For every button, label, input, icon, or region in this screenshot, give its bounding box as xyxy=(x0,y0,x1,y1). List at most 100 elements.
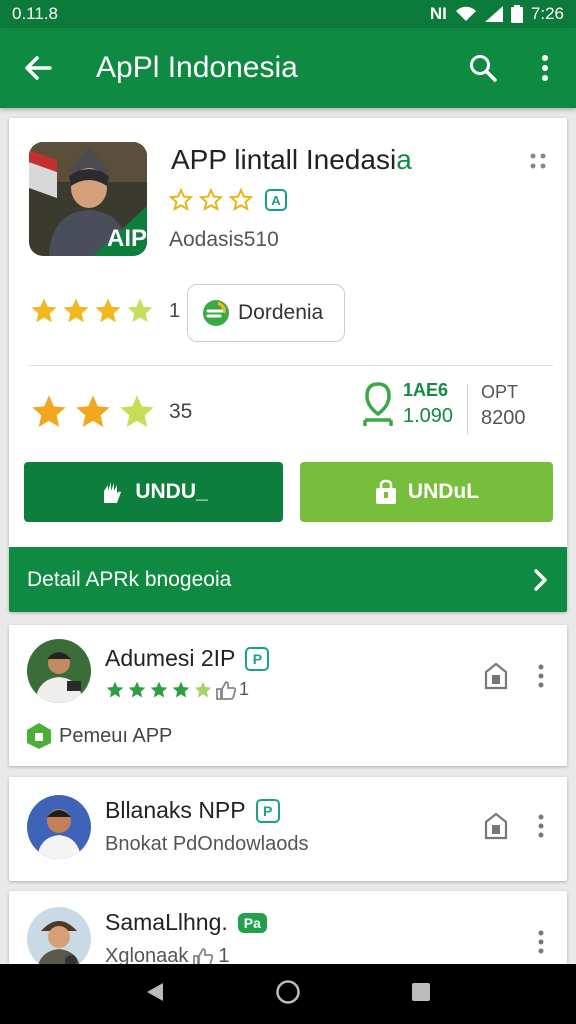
rating-count-a: 1 xyxy=(169,299,181,322)
list-item-rating-count: 1 xyxy=(239,679,250,699)
list-item-title: SamaLlhng. Pa xyxy=(105,909,267,936)
app-bar: ApPl Indonesia xyxy=(0,28,576,108)
hand-icon xyxy=(104,482,122,503)
star-icon xyxy=(199,188,223,212)
chevron-right-icon xyxy=(534,568,547,591)
detail-label: Detail APRk bnogeoia xyxy=(27,567,232,591)
rating-count-b: 35 xyxy=(169,400,193,423)
more-vert-icon xyxy=(542,55,548,81)
divider xyxy=(29,365,553,366)
tag-badge-icon: Pa xyxy=(237,912,267,933)
star-icon xyxy=(120,395,154,427)
promo-shield-icon xyxy=(27,723,51,749)
bookmark-icon xyxy=(484,812,508,840)
category-label: Dordenia xyxy=(238,301,324,324)
open-button[interactable]: UNDuL xyxy=(300,462,553,522)
stat2-value: 8200 xyxy=(481,407,526,429)
star-icon xyxy=(150,681,168,697)
nav-home-button[interactable] xyxy=(275,979,301,1010)
system-nav-bar xyxy=(0,964,576,1024)
opt-stat: OPT 8200 xyxy=(481,382,526,430)
back-arrow-icon xyxy=(25,56,52,80)
app-star-rating: A xyxy=(169,188,287,212)
dots-icon xyxy=(530,153,546,169)
stat2-label: OPT xyxy=(481,382,519,402)
star-icon xyxy=(76,395,110,427)
developer-name[interactable]: Aodasis510 xyxy=(169,228,279,252)
search-icon xyxy=(470,55,497,82)
list-item-rating: 1 xyxy=(105,679,249,700)
more-vert-icon xyxy=(538,664,544,688)
list-item[interactable]: Bllanaks NPP P Bnokat PdOndowlaods xyxy=(9,777,567,881)
detail-link[interactable]: Detail APRk bnogeoia xyxy=(9,547,567,612)
tag-badge-icon: P xyxy=(255,798,280,823)
size-stat: 1AE6 1.090 xyxy=(361,380,453,428)
nav-home-icon xyxy=(276,979,300,1004)
verified-badge-icon: A xyxy=(265,189,287,211)
list-item-more-button[interactable] xyxy=(533,661,549,691)
app-title: APP lintall Inedasia xyxy=(171,144,412,175)
list-item-title: Bllanaks NPP P xyxy=(105,797,280,824)
category-logo-icon xyxy=(203,300,229,326)
stat1-label: 1AE6 xyxy=(403,380,449,400)
install-label: UNDU_ xyxy=(135,480,208,503)
list-item-subtitle: Bnokat PdOndowlaods xyxy=(105,833,309,855)
promo-label: Pemeuı APP xyxy=(59,724,173,747)
star-icon xyxy=(95,298,121,323)
back-button[interactable] xyxy=(0,28,76,108)
star-icon xyxy=(127,298,153,323)
shopping-bag-icon xyxy=(375,479,396,504)
star-icon xyxy=(194,681,212,697)
app-icon[interactable]: AIP xyxy=(29,142,147,256)
category-chip[interactable]: Dordenia xyxy=(187,284,345,342)
star-icon xyxy=(32,395,66,427)
star-icon xyxy=(128,681,146,697)
tag-badge-icon: P xyxy=(245,646,270,671)
more-options-button[interactable] xyxy=(514,28,576,108)
avatar xyxy=(27,795,91,859)
bookmark-button[interactable] xyxy=(481,661,511,691)
status-icons: NI 7:26 xyxy=(430,4,564,24)
stat-separator xyxy=(467,384,468,434)
star-icon xyxy=(172,681,190,697)
more-vert-icon xyxy=(538,814,544,838)
star-icon xyxy=(63,298,89,323)
list-item-more-button[interactable] xyxy=(533,927,549,957)
star-icon xyxy=(229,188,253,212)
avatar xyxy=(27,907,91,971)
list-item[interactable]: Adumesi 2IP P 1 Pemeuı APP xyxy=(9,625,567,766)
promo-row[interactable]: Pemeuı APP xyxy=(25,721,172,751)
open-label: UNDuL xyxy=(407,480,480,503)
network-label: NI xyxy=(429,4,447,23)
download-size-icon xyxy=(363,382,393,426)
search-button[interactable] xyxy=(452,28,514,108)
star-icon xyxy=(106,681,124,697)
stat1-value: 1.090 xyxy=(403,405,454,427)
list-item-more-button[interactable] xyxy=(533,811,549,841)
star-icon xyxy=(169,188,193,212)
status-left-text: 0.11.8 xyxy=(12,4,59,23)
app-detail-card: AIP APP lintall Inedasia A Aodasis510 1 … xyxy=(9,118,567,612)
nav-back-icon xyxy=(147,982,163,1001)
rating-row-a: 1 xyxy=(29,296,180,326)
list-item-title: Adumesi 2IP P xyxy=(105,645,270,672)
rating-row-b: 35 xyxy=(29,392,192,432)
more-vert-icon xyxy=(538,930,544,954)
star-icon xyxy=(31,298,57,323)
app-bar-title: ApPl Indonesia xyxy=(96,51,298,84)
card-menu-button[interactable] xyxy=(529,152,547,175)
thumbs-up-icon xyxy=(216,680,237,700)
nav-recents-button[interactable] xyxy=(411,982,431,1007)
nav-back-button[interactable] xyxy=(145,981,165,1008)
battery-icon xyxy=(510,5,523,23)
nav-recents-icon xyxy=(412,982,430,1001)
avatar xyxy=(27,639,91,703)
wifi-icon xyxy=(455,6,476,21)
status-bar: 0.11.8 NI 7:26 xyxy=(0,0,576,28)
list-item[interactable]: SamaLlhng. Pa Xglonaak 1 xyxy=(9,891,567,971)
install-button[interactable]: UNDU_ xyxy=(24,462,283,522)
app-icon-text: AIP xyxy=(107,225,147,252)
clock: 7:26 xyxy=(530,4,564,23)
bookmark-icon xyxy=(484,662,508,690)
bookmark-button[interactable] xyxy=(481,811,511,841)
